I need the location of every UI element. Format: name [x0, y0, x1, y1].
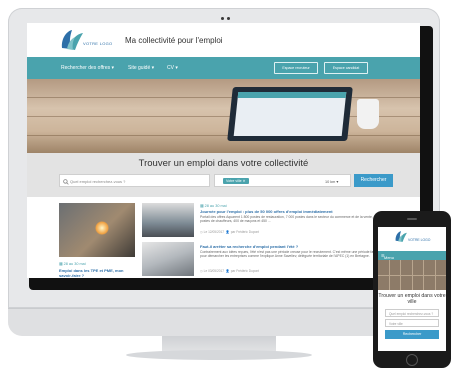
espace-candidat-button[interactable]: Espace candidat: [324, 62, 368, 74]
phone-photo-grid: [378, 260, 446, 290]
site-header: VOTRE LOGO Ma collectivité pour l'emploi: [27, 23, 420, 57]
camera-dot: [227, 17, 230, 20]
article-date: ▦ 28 au 30 mai: [200, 204, 227, 208]
keyword-placeholder: Quel emploi recherchez-vous ?: [70, 178, 126, 184]
laptop-screen: [233, 92, 347, 136]
article-title[interactable]: Faut-il arrêter sa recherche d'emploi pe…: [200, 244, 390, 249]
article-meta: ◷ Le 03/05/2017 👤 par Frédéric Dupont: [200, 269, 260, 273]
wood-plank-line: [27, 97, 420, 98]
desktop-screen: VOTRE LOGO Ma collectivité pour l'emploi…: [27, 23, 420, 278]
keyword-input[interactable]: Quel emploi recherchez-vous ?: [59, 174, 210, 187]
location-chip[interactable]: Votre ville ✕: [223, 178, 249, 184]
camera-dot: [221, 17, 224, 20]
laptop-nav-bar: [237, 92, 347, 98]
phone-menu-bar[interactable]: ☰ Menu: [378, 251, 446, 260]
hero-laptop-image: [227, 87, 353, 141]
search-icon: [63, 178, 69, 185]
search-section: Trouver un emploi dans votre collectivit…: [27, 153, 420, 197]
phone-keyword-input[interactable]: Quel emploi recherchez-vous ?: [385, 309, 439, 317]
news-section: ▦ 28 au 30 mai Emploi dans les TPE et PM…: [27, 197, 420, 278]
article-photo[interactable]: [59, 203, 135, 257]
location-input[interactable]: Votre ville ✕ 10 km ▾: [214, 174, 351, 187]
phone-speaker: [407, 218, 417, 220]
phone-screen: VOTRE LOGO ☰ Menu Trouver un emploi dans…: [378, 227, 446, 351]
phone-logo-text[interactable]: VOTRE LOGO: [408, 238, 430, 242]
site-title: Ma collectivité pour l'emploi: [125, 36, 223, 45]
device-mockup: VOTRE LOGO Ma collectivité pour l'emploi…: [0, 0, 451, 369]
nav-item-cv[interactable]: CV ▾: [167, 65, 178, 71]
logo-icon: [395, 231, 407, 242]
article-title[interactable]: Emploi dans les TPE et PME, mon savoir-f…: [59, 268, 135, 278]
article-photo[interactable]: [142, 203, 194, 237]
radius-select[interactable]: 10 km ▾: [325, 179, 338, 184]
article-title[interactable]: Journée pour l'emploi : plus de 50 000 o…: [200, 209, 390, 214]
hero-cup-image: [357, 99, 379, 129]
hamburger-menu-icon[interactable]: ☰ Menu: [381, 253, 394, 260]
article-meta: ◷ Le 12/05/2017 👤 par Frédéric Dupont: [200, 230, 260, 234]
article-date: ▦ 28 au 30 mai: [59, 262, 86, 266]
nav-item-site-guide[interactable]: Site guidé ▾: [128, 65, 154, 71]
main-nav: Rechercher des offres ▾ Site guidé ▾ CV …: [27, 57, 420, 79]
monitor-foot: [126, 350, 312, 360]
logo-icon: [61, 30, 83, 50]
espace-recruteur-button[interactable]: Espace recruteur: [274, 62, 318, 74]
article-excerpt: Contrairement aux idées reçues, l'été n'…: [200, 249, 385, 258]
article-excerpt: Portail des offres Aquarent 1 800 postes…: [200, 214, 380, 223]
wood-plank-line: [27, 135, 420, 136]
logo-text[interactable]: VOTRE LOGO: [83, 41, 112, 46]
phone-frame: VOTRE LOGO ☰ Menu Trouver un emploi dans…: [373, 211, 451, 368]
phone-search-title: Trouver un emploi dans votre ville: [378, 293, 446, 305]
phone-home-button: [406, 354, 418, 366]
phone-search-button[interactable]: Rechercher: [385, 330, 439, 339]
hero-banner: [27, 79, 420, 153]
search-title: Trouver un emploi dans votre collectivit…: [138, 158, 309, 169]
phone-location-input[interactable]: Votre ville: [385, 319, 439, 327]
nav-item-rechercher[interactable]: Rechercher des offres ▾: [61, 65, 114, 71]
search-button[interactable]: Rechercher: [354, 174, 393, 187]
article-photo[interactable]: [142, 242, 194, 276]
